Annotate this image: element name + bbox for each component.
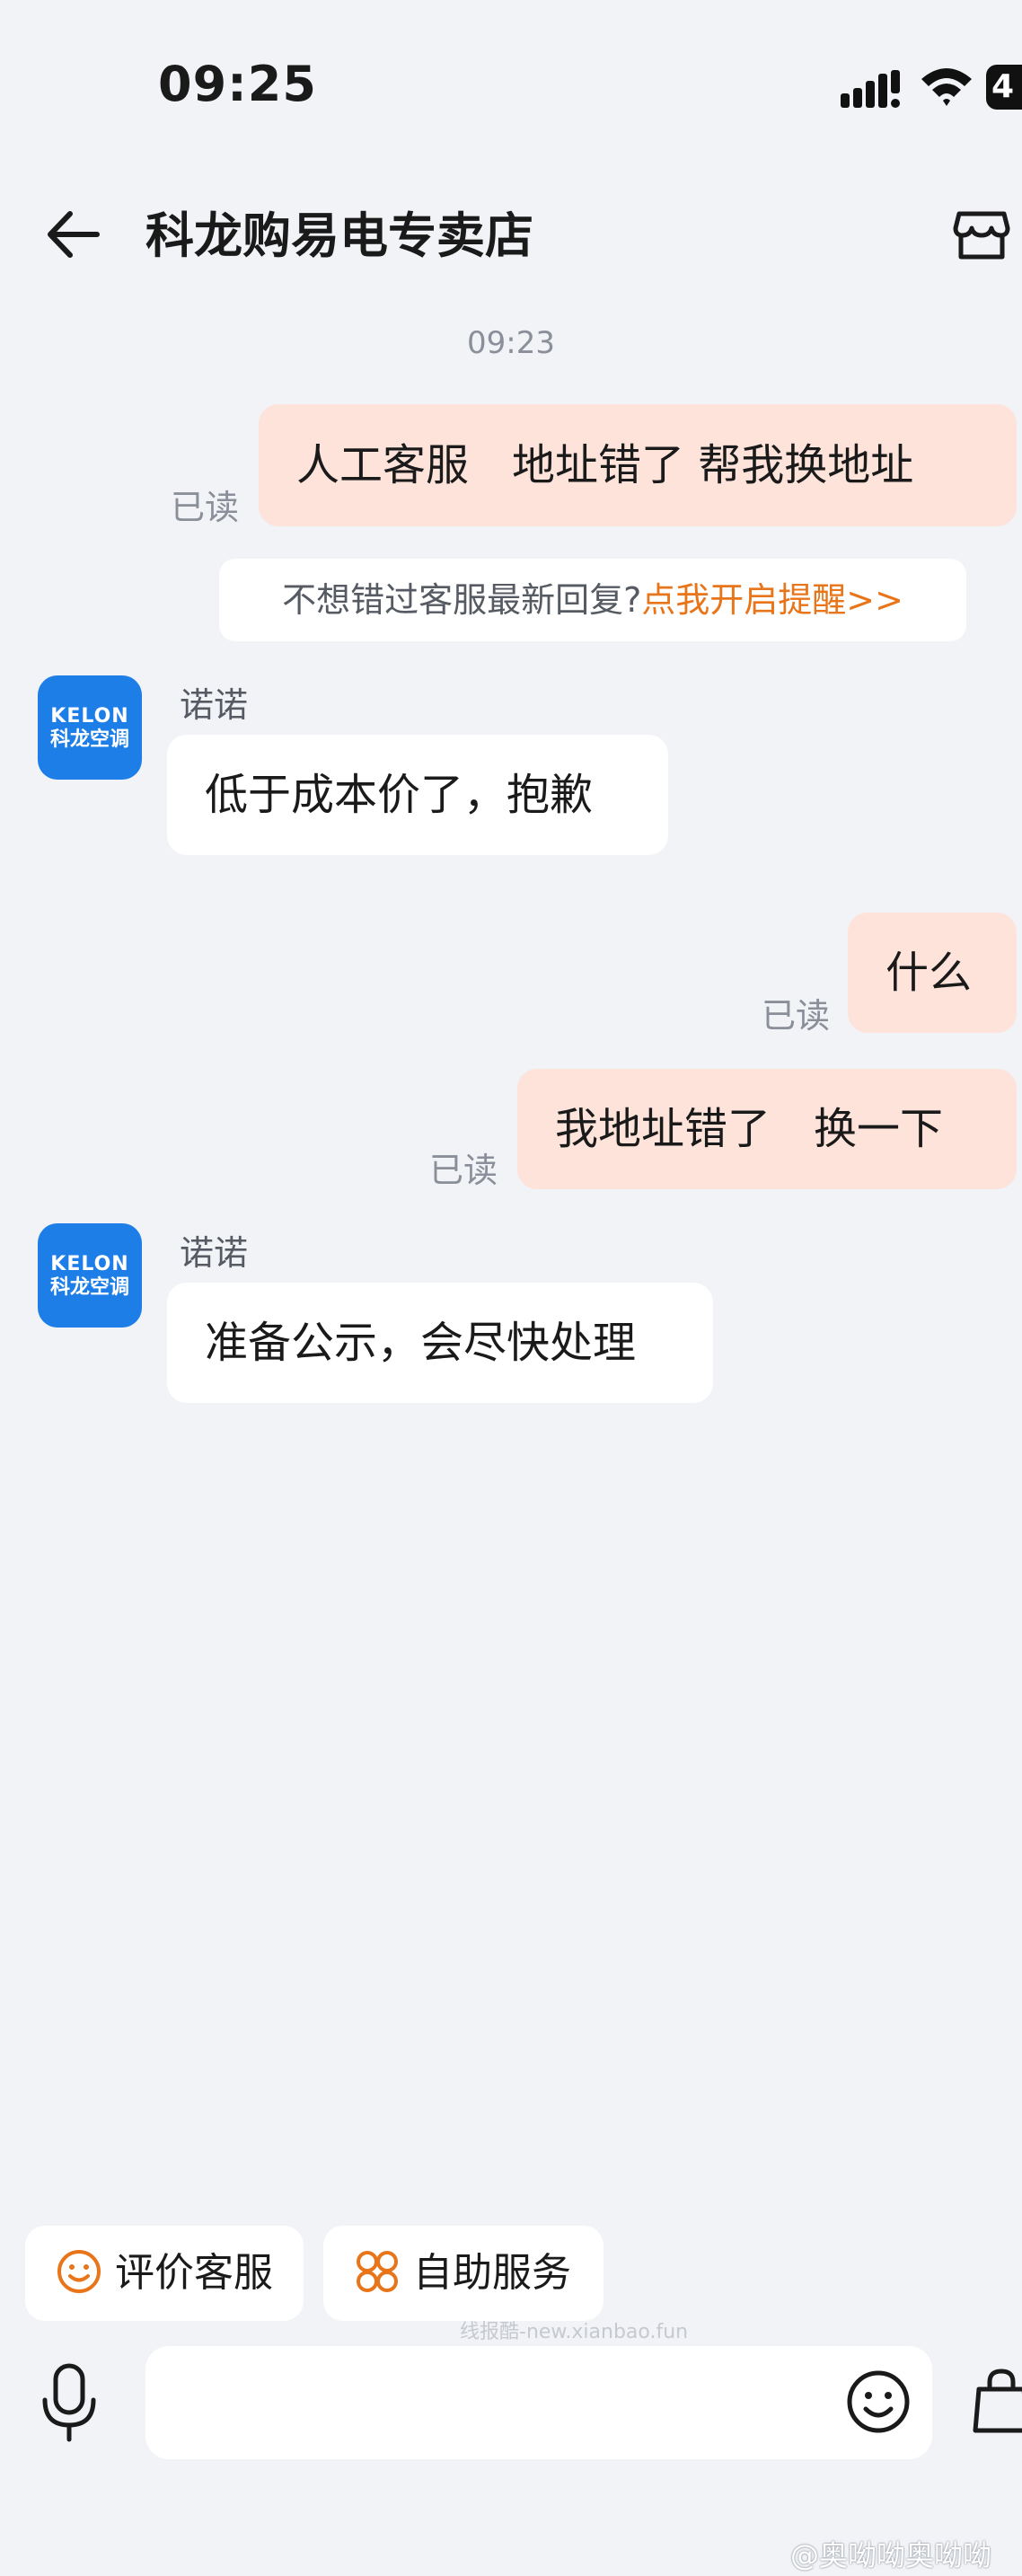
avatar-brand-cn: 科龙空调: [49, 728, 129, 751]
agent-avatar[interactable]: KELON 科龙空调: [38, 1223, 142, 1328]
message-input[interactable]: [145, 2346, 932, 2459]
outgoing-message[interactable]: 人工客服 地址错了 帮我换地址: [259, 404, 1017, 526]
read-receipt: 已读: [429, 1151, 498, 1190]
microphone-icon[interactable]: [36, 2360, 102, 2445]
watermark: 线报酷-new.xianbao.fun: [460, 2321, 689, 2343]
self-service-label: 自助服务: [413, 2250, 571, 2296]
chat-timestamp: 09:23: [467, 325, 555, 361]
incoming-message[interactable]: 低于成本价了，抱歉: [167, 735, 668, 855]
avatar-brand-cn: 科龙空调: [49, 1276, 129, 1299]
agent-avatar[interactable]: KELON 科龙空调: [38, 675, 142, 780]
sender-name: 诺诺: [180, 685, 249, 725]
rate-service-button[interactable]: 评价客服: [25, 2226, 304, 2321]
avatar-brand: KELON: [50, 1253, 129, 1275]
rate-service-label: 评价客服: [115, 2250, 273, 2296]
shopping-bag-icon[interactable]: [970, 2368, 1022, 2436]
emoji-icon[interactable]: [844, 2368, 912, 2436]
read-receipt: 已读: [171, 488, 240, 527]
outgoing-message[interactable]: 我地址错了 换一下: [517, 1069, 1017, 1189]
back-arrow-icon[interactable]: [43, 203, 106, 266]
smile-icon: [57, 2250, 101, 2293]
shop-title: 科龙购易电专卖店: [145, 207, 533, 264]
incoming-message[interactable]: 准备公示，会尽快处理: [167, 1283, 713, 1403]
outgoing-message[interactable]: 什么: [848, 913, 1017, 1033]
store-icon[interactable]: [950, 201, 1013, 264]
status-time: 09:25: [158, 56, 317, 112]
read-receipt: 已读: [762, 996, 831, 1036]
self-service-button[interactable]: 自助服务: [323, 2226, 604, 2321]
grid-icon: [357, 2251, 398, 2292]
signal-icon: [841, 70, 900, 108]
watermark: @奥呦呦奥呦呦: [790, 2538, 992, 2572]
avatar-brand: KELON: [50, 705, 129, 728]
reply-notification-banner[interactable]: 不想错过客服最新回复?点我开启提醒>>: [219, 559, 966, 641]
enable-reminder-link[interactable]: 点我开启提醒>>: [641, 580, 903, 620]
sender-name: 诺诺: [180, 1233, 249, 1273]
battery-icon: 4: [986, 65, 1022, 110]
notice-text: 不想错过客服最新回复?: [282, 580, 642, 620]
wifi-icon: [921, 68, 972, 106]
